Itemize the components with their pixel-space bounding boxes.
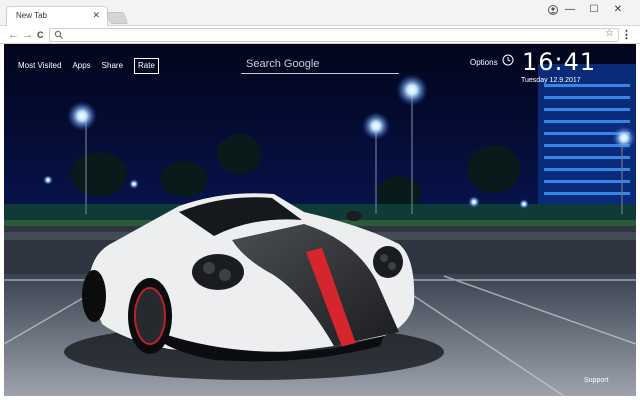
tab-strip: New Tab ✕ — ☐ ✕ [0,0,640,26]
background-wallpaper [4,44,636,396]
share-link[interactable]: Share [102,60,123,72]
support-link[interactable]: Support [584,377,609,384]
window-controls: — ☐ ✕ [558,3,630,17]
top-nav: Most Visited Apps Share Rate [18,58,159,74]
search-input[interactable] [241,55,399,73]
rate-button[interactable]: Rate [134,58,159,74]
options-link[interactable]: Options [470,58,498,67]
new-tab-button[interactable] [105,12,129,24]
browser-toolbar: ← → C ☆ ⋮ [0,26,640,44]
address-bar[interactable]: ☆ [49,28,619,42]
apps-link[interactable]: Apps [72,60,90,72]
search-icon [54,30,63,39]
clock-date: Tuesday 12.9.2017 [521,77,581,84]
new-tab-page: Most Visited Apps Share Rate Options 16:… [4,44,636,396]
reload-icon[interactable]: C [37,28,44,42]
maximize-icon[interactable]: ☐ [582,3,606,17]
most-visited-link[interactable]: Most Visited [18,60,61,72]
menu-icon[interactable]: ⋮ [621,28,632,41]
clock-icon[interactable] [502,54,514,66]
bookmark-star-icon[interactable]: ☆ [605,28,614,39]
minimize-icon[interactable]: — [558,3,582,17]
close-window-icon[interactable]: ✕ [606,3,630,17]
profile-icon[interactable] [548,5,558,15]
forward-icon[interactable]: → [22,28,33,42]
tab-new-tab[interactable]: New Tab ✕ [6,6,108,26]
tab-title: New Tab [16,11,47,20]
tab-close-icon[interactable]: ✕ [92,10,100,21]
clock-time: 16:41 [522,48,597,76]
back-icon[interactable]: ← [8,28,19,42]
search-box [241,54,399,74]
